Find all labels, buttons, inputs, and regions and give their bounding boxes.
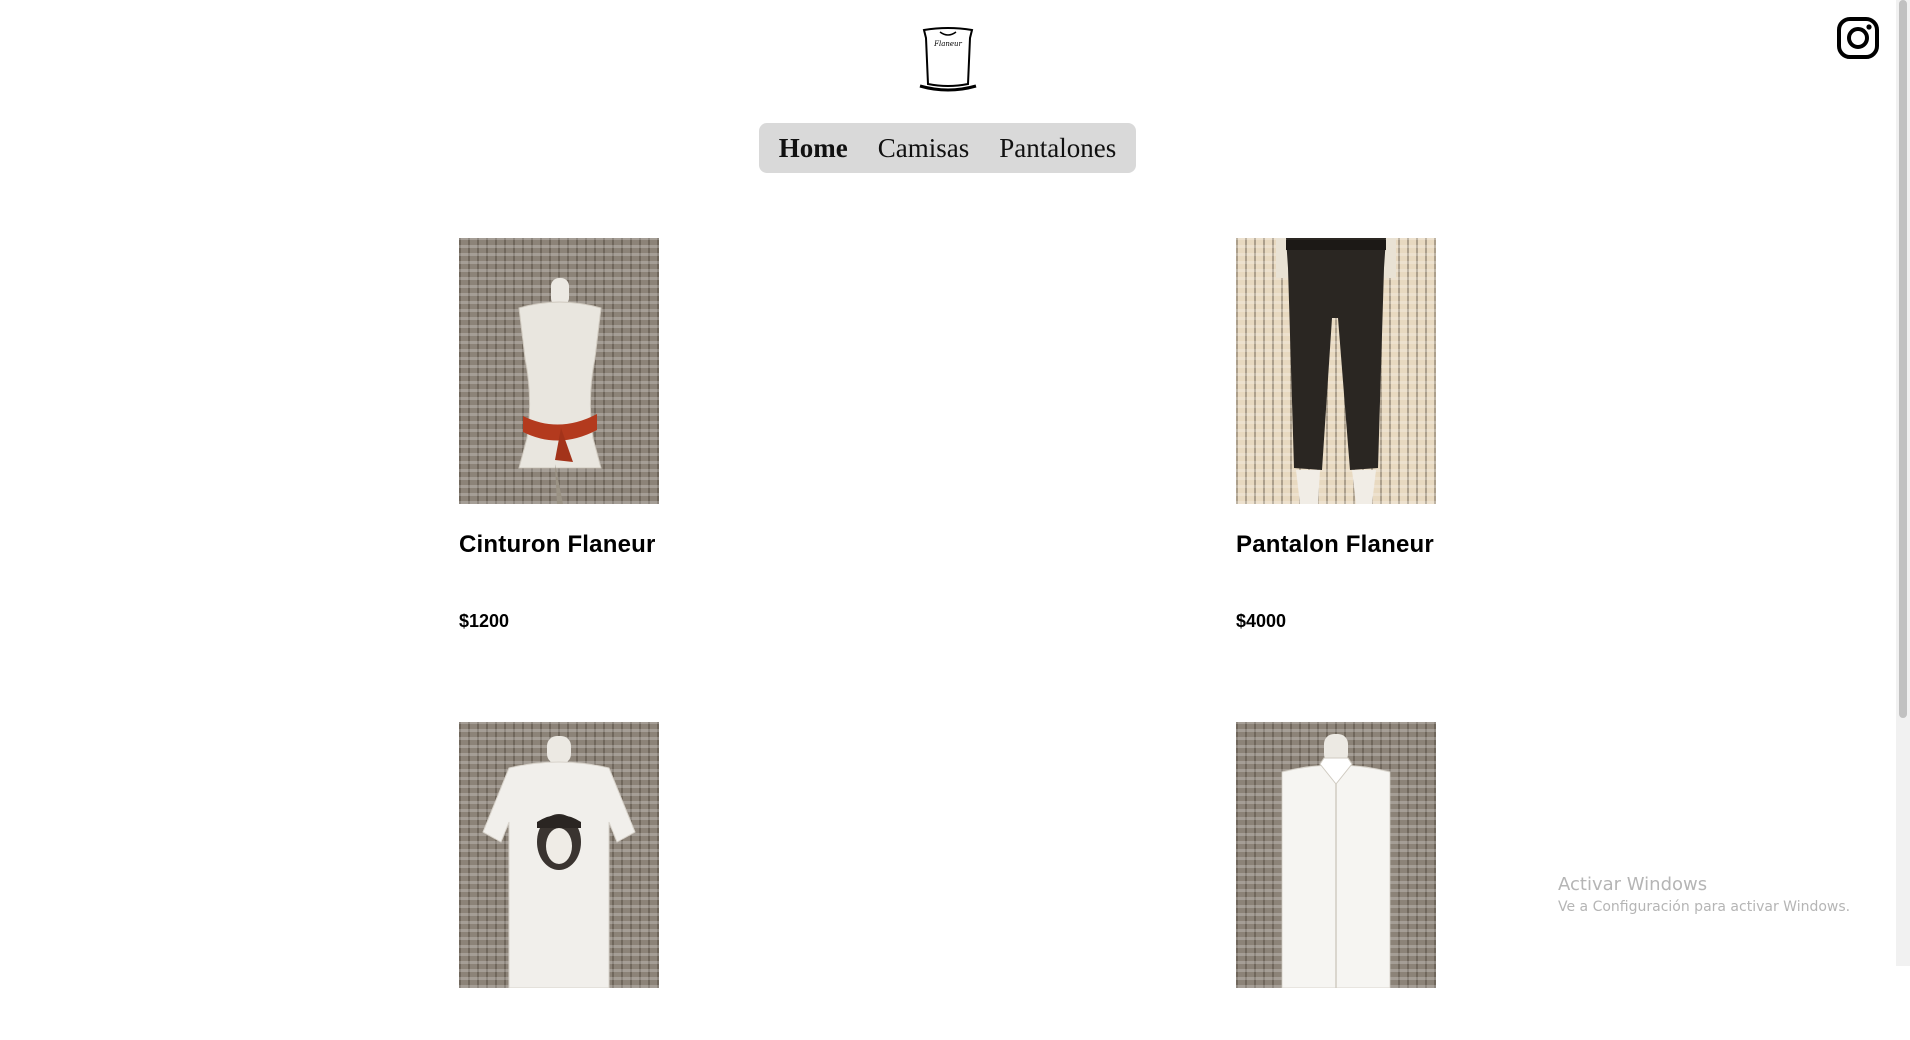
product-card[interactable] xyxy=(459,722,659,1040)
nav-item-camisas[interactable]: Camisas xyxy=(878,134,970,162)
product-card[interactable]: Pantalon Flaneur $4000 xyxy=(1236,238,1436,632)
product-title[interactable]: Pantalon Flaneur xyxy=(1236,531,1436,559)
instagram-icon[interactable] xyxy=(1836,16,1880,60)
nav-item-pantalones[interactable]: Pantalones xyxy=(999,134,1116,162)
scrollbar-thumb[interactable] xyxy=(1899,0,1907,718)
watermark-subtitle: Ve a Configuración para activar Windows. xyxy=(1558,899,1851,915)
main-nav: Home Camisas Pantalones xyxy=(759,123,1136,173)
white-shirt-image[interactable] xyxy=(1236,722,1436,988)
graphic-tshirt-image[interactable] xyxy=(459,722,659,988)
product-card[interactable]: Cinturon Flaneur $1200 xyxy=(459,238,659,632)
product-title[interactable]: Cinturon Flaneur xyxy=(459,531,659,559)
product-card[interactable] xyxy=(1236,722,1436,1040)
mannequin-belt-image[interactable] xyxy=(459,238,659,504)
watermark-title: Activar Windows xyxy=(1558,874,1708,895)
shirt-logo-icon[interactable]: Flaneur xyxy=(912,24,984,96)
product-price: $4000 xyxy=(1236,611,1287,631)
logo-text: Flaneur xyxy=(933,40,962,48)
windows-activation-watermark: Activar Windows Ve a Configuración para … xyxy=(1558,874,1850,915)
product-price: $1200 xyxy=(459,611,510,631)
scrollbar[interactable] xyxy=(1896,0,1910,966)
nav-item-home[interactable]: Home xyxy=(779,134,848,162)
black-pants-image[interactable] xyxy=(1236,238,1436,504)
